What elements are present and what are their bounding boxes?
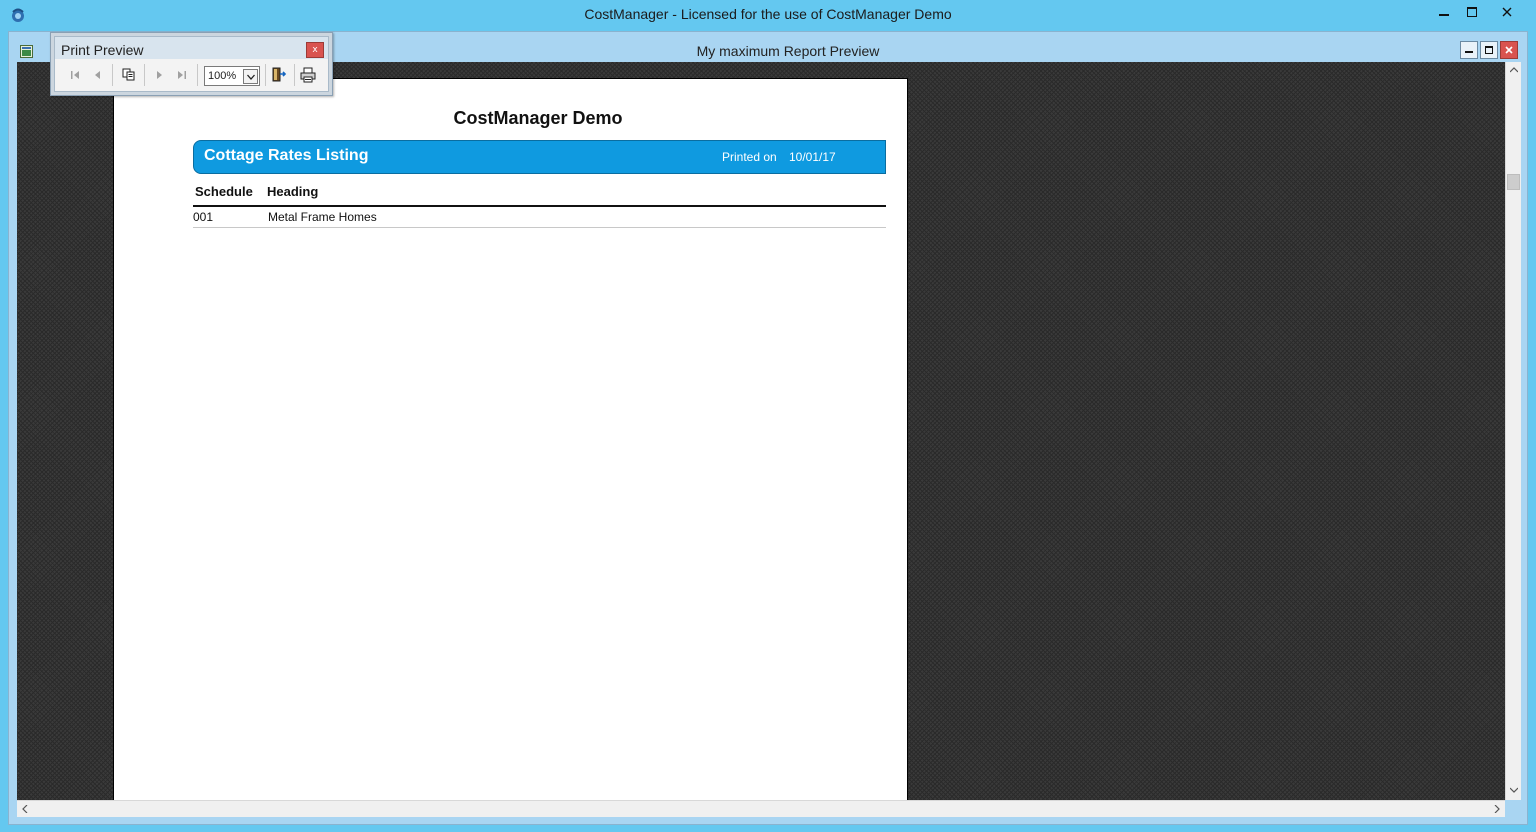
printed-label: Printed on <box>722 150 777 164</box>
child-minimize-button[interactable] <box>1460 41 1478 59</box>
column-header-heading: Heading <box>267 184 319 199</box>
print-button[interactable] <box>298 65 318 85</box>
app-title: CostManager - Licensed for the use of Co… <box>584 6 952 22</box>
column-header-schedule: Schedule <box>195 184 253 199</box>
exit-door-icon <box>272 67 287 82</box>
scroll-right-arrow-icon[interactable] <box>1489 801 1505 817</box>
row-schedule: 001 <box>193 210 214 224</box>
next-page-button[interactable] <box>149 65 169 85</box>
child-maximize-button[interactable] <box>1480 41 1498 59</box>
row-divider <box>193 227 886 228</box>
last-page-icon <box>178 71 186 79</box>
report-banner: Cottage Rates Listing Printed on 10/01/1… <box>193 140 886 174</box>
print-preview-toolbar[interactable]: Print Preview x 100% <box>50 32 333 96</box>
toolbar-close-button[interactable]: x <box>306 42 324 58</box>
report-page: CostManager Demo Cottage Rates Listing P… <box>113 78 908 800</box>
toolbar-titlebar[interactable]: Print Preview x <box>55 37 328 59</box>
vertical-scrollbar[interactable] <box>1505 62 1521 800</box>
printer-icon <box>300 67 316 83</box>
toolbar-separator <box>112 64 113 86</box>
scroll-down-arrow-icon[interactable] <box>1506 782 1522 798</box>
row-heading: Metal Frame Homes <box>268 210 377 224</box>
zoom-value: 100% <box>208 70 237 82</box>
app-close-button[interactable] <box>1486 1 1528 22</box>
first-page-button[interactable] <box>65 65 85 85</box>
last-page-button[interactable] <box>172 65 192 85</box>
horizontal-scrollbar[interactable] <box>17 800 1505 817</box>
copy-pages-icon <box>122 68 135 81</box>
preview-canvas[interactable]: CostManager Demo Cottage Rates Listing P… <box>17 62 1505 800</box>
report-preview-window: My maximum Report Preview CostManager De… <box>8 31 1528 825</box>
app-minimize-button[interactable] <box>1430 1 1458 22</box>
previous-page-button[interactable] <box>88 65 108 85</box>
app-maximize-button[interactable] <box>1458 1 1486 22</box>
scroll-up-arrow-icon[interactable] <box>1506 62 1522 78</box>
chevron-down-icon[interactable] <box>243 69 258 84</box>
toolbar-body: Print Preview x 100% <box>54 36 329 92</box>
zoom-select[interactable]: 100% <box>204 66 260 86</box>
child-close-button[interactable] <box>1500 41 1518 59</box>
toolbar-separator <box>197 64 198 86</box>
toolbar-separator <box>144 64 145 86</box>
next-page-icon <box>157 71 162 79</box>
toolbar-title: Print Preview <box>61 42 144 58</box>
company-name: CostManager Demo <box>453 108 623 128</box>
vertical-scroll-thumb[interactable] <box>1507 174 1520 190</box>
scroll-left-arrow-icon[interactable] <box>17 801 33 817</box>
copy-button[interactable] <box>119 65 139 85</box>
printed-date: 10/01/17 <box>789 150 836 164</box>
toolbar-separator <box>265 64 266 86</box>
header-divider <box>193 205 886 207</box>
exit-preview-button[interactable] <box>269 65 289 85</box>
previous-page-icon <box>95 71 100 79</box>
toolbar-separator <box>294 64 295 86</box>
first-page-icon <box>71 71 79 79</box>
app-titlebar: CostManager - Licensed for the use of Co… <box>0 0 1536 31</box>
report-title: Cottage Rates Listing <box>204 147 369 164</box>
